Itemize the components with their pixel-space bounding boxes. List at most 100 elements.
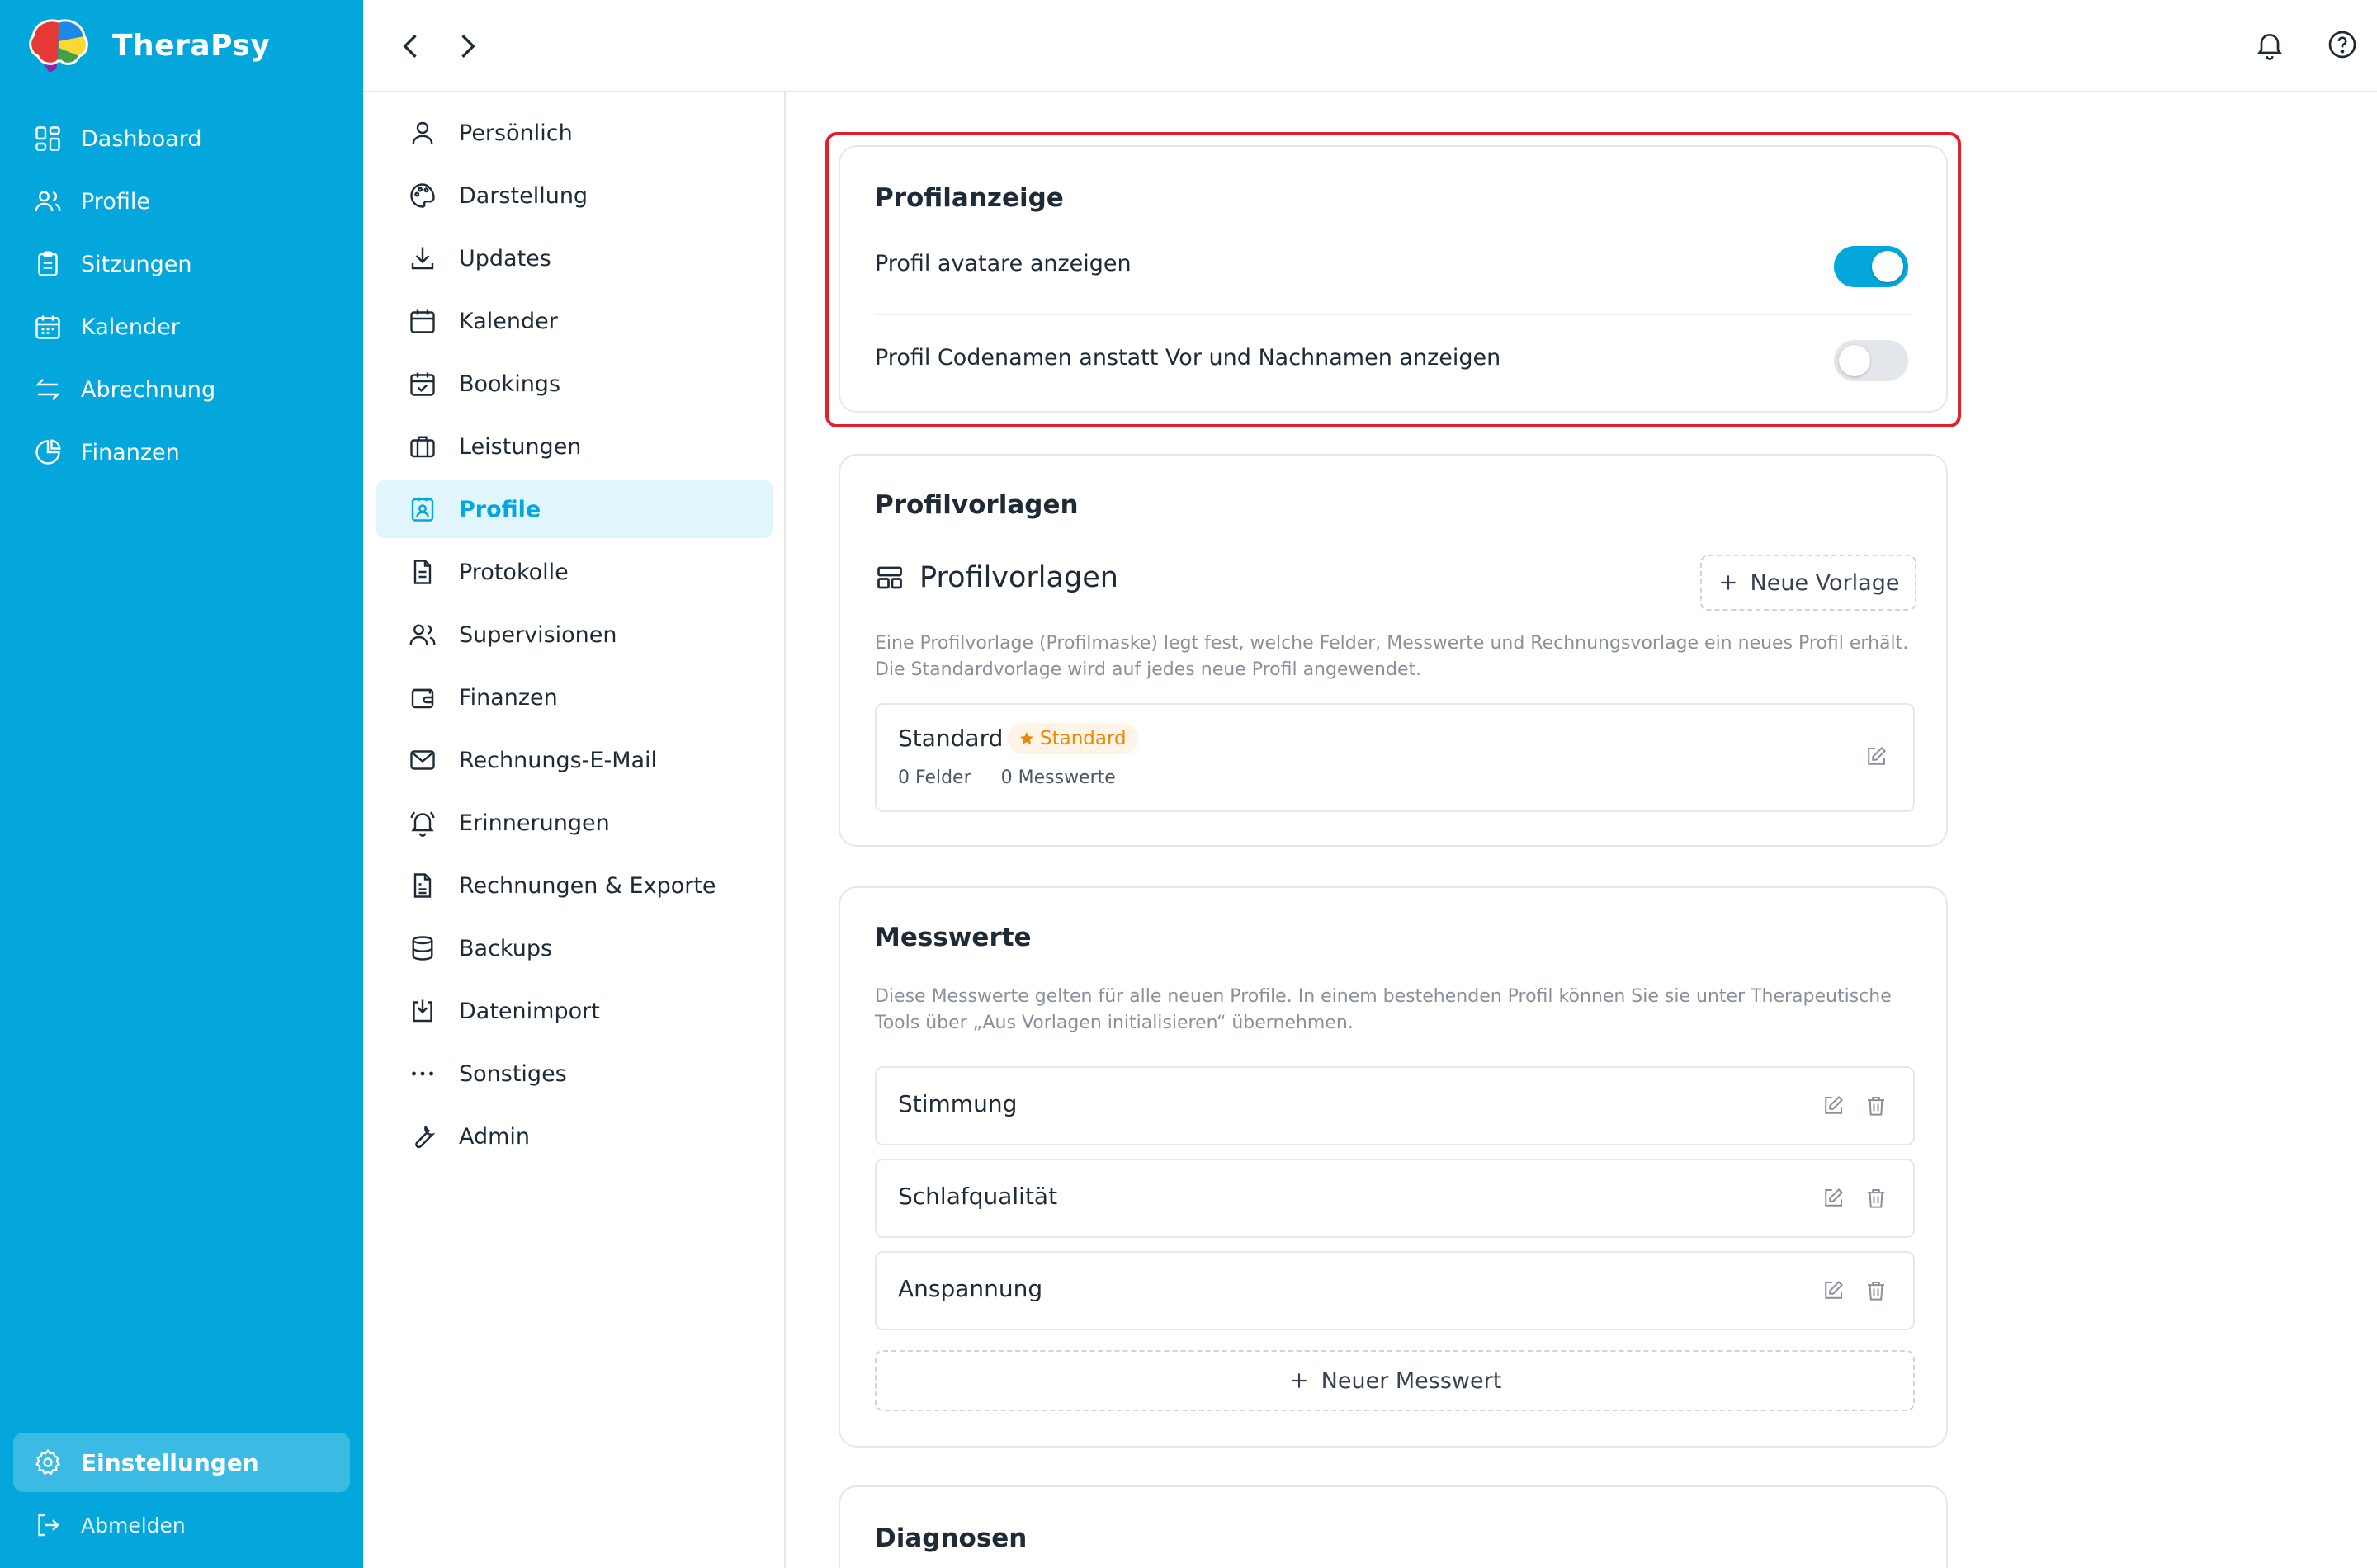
template-fields: 0 Felder <box>898 767 971 788</box>
settings-item-updates[interactable]: Updates <box>376 229 773 287</box>
trash-icon[interactable] <box>1864 1186 1888 1211</box>
dashboard-icon <box>35 126 60 151</box>
badge-label: Standard <box>1040 728 1127 749</box>
logout-button[interactable]: Abmelden <box>13 1494 350 1556</box>
settings-item-label: Kalender <box>459 308 558 334</box>
settings-item-label: Finanzen <box>459 684 558 711</box>
plus-icon <box>1720 575 1736 590</box>
settings-item-admin[interactable]: Admin <box>376 1108 773 1165</box>
messwert-row[interactable]: Schlafqualität <box>875 1159 1915 1238</box>
edit-icon[interactable] <box>1821 1093 1845 1118</box>
trash-icon[interactable] <box>1864 1093 1888 1118</box>
settings-item-label: Rechnungs-E-Mail <box>459 747 658 773</box>
settings-item-label: Persönlich <box>459 120 573 146</box>
settings-item-leistungen[interactable]: Leistungen <box>376 418 773 475</box>
nav-label: Sitzungen <box>81 251 192 277</box>
settings-item-rechnungen-exporte[interactable]: Rechnungen & Exporte <box>376 857 773 914</box>
template-measures: 0 Messwerte <box>1000 767 1116 788</box>
template-meta: 0 Felder 0 Messwerte <box>898 767 1116 788</box>
wrench-icon <box>415 1126 436 1149</box>
settings-item-label: Updates <box>459 245 551 272</box>
settings-item-bookings[interactable]: Bookings <box>376 355 773 413</box>
section-description: Diese Messwerte gelten für alle neuen Pr… <box>875 986 1892 1033</box>
card-title: Diagnosen <box>875 1523 1028 1553</box>
calendar-icon <box>410 309 435 333</box>
pie-chart-icon <box>35 439 61 465</box>
app-sidebar: TheraPsy Dashboard Profile Sitzungen Kal… <box>0 0 363 1568</box>
messwert-name: Schlafqualität <box>898 1183 1058 1210</box>
briefcase-icon <box>410 436 435 458</box>
default-badge: Standard <box>1007 723 1138 754</box>
invoice-icon <box>413 873 432 898</box>
messwert-row[interactable]: Stimmung <box>875 1066 1915 1145</box>
profilvorlagen-card: Profilvorlagen Profilvorlagen Neue Vorla… <box>839 454 1948 847</box>
nav-item-sitzungen[interactable]: Sitzungen <box>0 233 363 295</box>
trash-icon[interactable] <box>1864 1278 1888 1303</box>
nav-item-dashboard[interactable]: Dashboard <box>0 107 363 170</box>
settings-item-label: Datenimport <box>459 998 600 1024</box>
card-title: Profilvorlagen <box>875 490 1079 520</box>
more-icon <box>412 1071 433 1076</box>
nav-item-kalender[interactable]: Kalender <box>0 295 363 358</box>
nav-item-finanzen[interactable]: Finanzen <box>0 421 363 484</box>
settings-item-profile[interactable]: Profile <box>376 480 773 538</box>
logout-icon <box>38 1514 59 1537</box>
messwerte-card: Messwerte Diese Messwerte gelten für all… <box>839 886 1948 1448</box>
nav-label: Abrechnung <box>81 376 216 403</box>
template-row[interactable]: Standard Standard 0 Felder 0 Messwerte <box>875 703 1915 812</box>
settings-item-kalender[interactable]: Kalender <box>376 292 773 350</box>
messwert-name: Stimmung <box>898 1090 1018 1117</box>
nav-label: Finanzen <box>81 439 180 465</box>
brand[interactable]: TheraPsy <box>25 15 270 76</box>
nav-label: Dashboard <box>81 125 202 152</box>
settings-item-label: Bookings <box>459 371 561 397</box>
user-icon <box>412 121 433 144</box>
chevron-right-icon[interactable] <box>449 28 485 64</box>
nav-item-profile[interactable]: Profile <box>0 170 363 233</box>
settings-item-label: Backups <box>459 935 553 961</box>
settings-item-label: Sonstiges <box>459 1060 567 1087</box>
settings-item-sonstiges[interactable]: Sonstiges <box>376 1045 773 1103</box>
star-icon <box>1020 732 1033 744</box>
settings-item-persoenlich[interactable]: Persönlich <box>376 104 773 162</box>
settings-item-erinnerungen[interactable]: Erinnerungen <box>376 794 773 852</box>
settings-item-darstellung[interactable]: Darstellung <box>376 167 773 224</box>
settings-item-supervisionen[interactable]: Supervisionen <box>376 606 773 664</box>
main-nav: Dashboard Profile Sitzungen Kalender Abr… <box>0 107 363 484</box>
settings-item-label: Protokolle <box>459 559 569 585</box>
import-icon <box>413 999 432 1023</box>
bell-icon[interactable] <box>2253 28 2286 61</box>
highlight-frame <box>825 132 1961 427</box>
edit-icon[interactable] <box>1821 1278 1845 1303</box>
bell-icon <box>410 811 435 837</box>
chevron-left-icon[interactable] <box>393 28 429 64</box>
nav-item-einstellungen[interactable]: Einstellungen <box>13 1433 350 1492</box>
gear-icon <box>35 1448 60 1476</box>
edit-icon[interactable] <box>1821 1186 1845 1211</box>
nav-label: Einstellungen <box>81 1448 259 1476</box>
nav-label: Profile <box>81 188 150 215</box>
settings-item-label: Profile <box>459 496 541 522</box>
neuer-messwert-button[interactable]: Neuer Messwert <box>875 1350 1915 1411</box>
neue-vorlage-button[interactable]: Neue Vorlage <box>1700 555 1916 611</box>
settings-item-datenimport[interactable]: Datenimport <box>376 982 773 1040</box>
nav-label: Kalender <box>81 314 180 340</box>
settings-item-protokolle[interactable]: Protokolle <box>376 543 773 601</box>
help-icon[interactable] <box>2326 28 2359 61</box>
settings-item-finanzen[interactable]: Finanzen <box>376 668 773 726</box>
messwert-row[interactable]: Anspannung <box>875 1251 1915 1330</box>
section-heading-label: Profilvorlagen <box>919 561 1118 594</box>
settings-item-label: Rechnungen & Exporte <box>459 872 716 899</box>
top-bar <box>363 0 2377 92</box>
settings-item-label: Admin <box>459 1123 531 1150</box>
app-name: TheraPsy <box>112 28 271 63</box>
mail-icon <box>410 750 435 770</box>
calendar-icon <box>35 315 60 339</box>
brain-logo-icon <box>29 19 88 73</box>
users-icon <box>35 191 61 212</box>
nav-item-abrechnung[interactable]: Abrechnung <box>0 358 363 421</box>
settings-item-rechnungs-email[interactable]: Rechnungs-E-Mail <box>376 731 773 789</box>
messwert-name: Anspannung <box>898 1275 1043 1302</box>
settings-item-backups[interactable]: Backups <box>376 919 773 977</box>
edit-icon[interactable] <box>1864 744 1888 769</box>
